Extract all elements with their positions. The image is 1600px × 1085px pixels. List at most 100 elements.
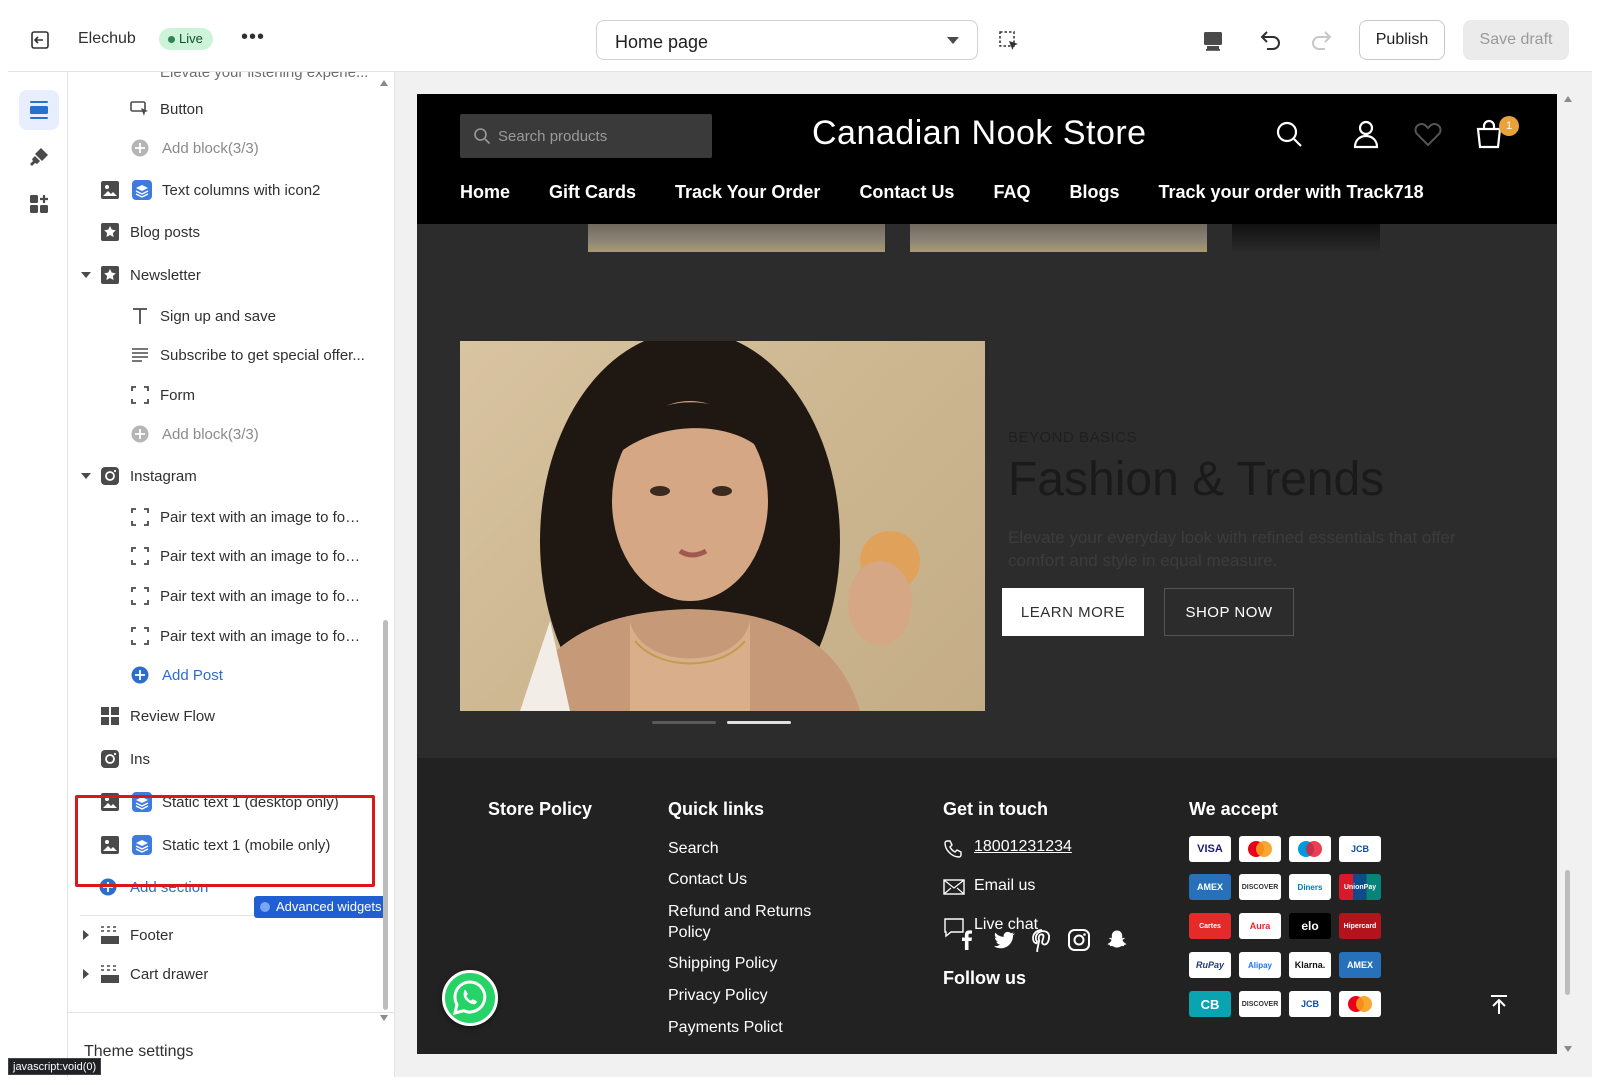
back-to-top-icon[interactable] <box>1487 993 1511 1017</box>
add-block-button[interactable]: Add block(3/3) <box>130 128 380 168</box>
tree-section-ins[interactable]: Ins <box>100 739 370 779</box>
tree-item-label: Footer <box>130 926 174 944</box>
tree-section-newsletter[interactable]: Newsletter <box>80 255 370 295</box>
add-block-button[interactable]: Add block(3/3) <box>130 414 380 454</box>
payment-badge-discover: DISCOVER <box>1239 991 1281 1017</box>
store-name: Elechub <box>78 30 136 47</box>
chevron-right-icon[interactable] <box>83 969 89 979</box>
wishlist-heart-icon[interactable] <box>1412 118 1444 150</box>
search-icon[interactable] <box>1273 118 1305 150</box>
tree-section-text-columns[interactable]: Text columns with icon2 <box>100 170 370 210</box>
tree-section-blog-posts[interactable]: Blog posts <box>100 212 370 252</box>
desktop-view-icon[interactable] <box>1201 30 1225 52</box>
snapchat-icon[interactable] <box>1105 928 1129 952</box>
tree-block-post[interactable]: Pair text with an image to foc... <box>130 616 380 656</box>
tree-block-post[interactable]: Pair text with an image to foc... <box>130 497 380 537</box>
nav-link-blogs[interactable]: Blogs <box>1069 182 1119 206</box>
footer-store-policy-heading[interactable]: Store Policy <box>488 799 592 820</box>
store-title[interactable]: Canadian Nook Store <box>812 114 1147 153</box>
inspector-select-icon[interactable] <box>998 30 1020 52</box>
instagram-icon <box>101 750 119 768</box>
editor-topbar: Elechub Live ••• Home page Publish Save … <box>8 8 1592 72</box>
publish-button[interactable]: Publish <box>1359 20 1445 60</box>
footer-link-shipping[interactable]: Shipping Policy <box>668 953 777 974</box>
button-block-icon <box>130 101 148 116</box>
footer-link-search[interactable]: Search <box>668 838 719 859</box>
more-actions-button[interactable]: ••• <box>241 26 265 49</box>
rail-theme-settings-button[interactable] <box>19 137 59 177</box>
collection-image[interactable] <box>588 224 885 252</box>
payment-badge-jcb: JCB <box>1339 836 1381 862</box>
store-search-input[interactable]: Search products <box>460 114 712 158</box>
collection-image[interactable] <box>1232 224 1380 252</box>
footer-phone-link[interactable]: 18001231234 <box>974 838 1072 856</box>
account-icon[interactable] <box>1350 118 1382 150</box>
chevron-down-icon[interactable] <box>81 473 91 479</box>
payment-badge-aura: Aura <box>1239 913 1281 939</box>
tree-item-label: Newsletter <box>130 266 201 284</box>
sections-sidebar: Elevate your listening experie... Button… <box>68 72 395 1077</box>
tree-item-label: Elevate your listening experie... <box>160 72 369 81</box>
tree-item-button[interactable]: Button <box>130 89 380 129</box>
tree-group-footer[interactable]: Footer <box>80 915 370 955</box>
learn-more-button[interactable]: LEARN MORE <box>1002 588 1144 636</box>
tree-item-label: Form <box>160 386 195 404</box>
payment-badge-elo: elo <box>1289 913 1331 939</box>
payment-badge-jcb: JCB <box>1289 991 1331 1017</box>
nav-link-contact[interactable]: Contact Us <box>859 182 954 206</box>
payment-badge-mastercard <box>1339 991 1381 1017</box>
add-post-label: Add Post <box>162 666 223 684</box>
payment-badge-diners: Diners <box>1289 874 1331 900</box>
collection-image[interactable] <box>910 224 1207 252</box>
tree-block-heading[interactable]: Sign up and save <box>130 296 380 336</box>
rail-sections-button[interactable] <box>19 90 59 130</box>
chevron-right-icon[interactable] <box>83 930 89 940</box>
nav-link-faq[interactable]: FAQ <box>993 182 1030 206</box>
tree-block-post[interactable]: Pair text with an image to foc... <box>130 536 380 576</box>
add-block-label: Add block(3/3) <box>162 425 259 443</box>
chevron-down-icon[interactable] <box>81 272 91 278</box>
footer-link-privacy[interactable]: Privacy Policy <box>668 985 768 1006</box>
tree-section-review-flow[interactable]: Review Flow <box>100 696 370 736</box>
banner-eyebrow: BEYOND BASICS <box>1008 429 1138 446</box>
twitter-icon[interactable] <box>992 928 1016 952</box>
banner-description: Elevate your everyday look with refined … <box>1008 528 1456 570</box>
sidebar-scroll-thumb[interactable] <box>383 620 388 1010</box>
tree-block-post[interactable]: Pair text with an image to foc... <box>130 576 380 616</box>
tree-block-form[interactable]: Form <box>130 375 380 415</box>
theme-settings-brush-icon <box>30 148 48 166</box>
slide-dot-active[interactable] <box>727 721 791 724</box>
preview-scroll-thumb[interactable] <box>1565 870 1570 995</box>
template-select[interactable]: Home page <box>596 20 978 60</box>
slide-dot[interactable] <box>652 721 716 724</box>
exit-icon[interactable] <box>28 28 52 52</box>
add-post-button[interactable]: Add Post <box>130 655 380 695</box>
advanced-widgets-button[interactable]: Advanced widgets <box>254 896 388 918</box>
tree-item-label: Review Flow <box>130 707 216 725</box>
tree-section-instagram[interactable]: Instagram <box>80 456 370 496</box>
rail-app-blocks-button[interactable] <box>19 184 59 224</box>
shop-now-button[interactable]: SHOP NOW <box>1164 588 1294 636</box>
nav-link-gift-cards[interactable]: Gift Cards <box>549 182 636 206</box>
nav-link-track718[interactable]: Track your order with Track718 <box>1158 182 1423 206</box>
payment-badge-amex: AMEX <box>1189 874 1231 900</box>
footer-link-contact[interactable]: Contact Us <box>668 869 747 890</box>
tree-item-label: Pair text with an image to foc... <box>160 627 365 645</box>
pinterest-icon[interactable] <box>1030 928 1054 952</box>
nav-link-track-order[interactable]: Track Your Order <box>675 182 820 206</box>
whatsapp-chat-button[interactable] <box>442 970 498 1026</box>
redo-icon[interactable] <box>1309 28 1335 54</box>
tree-group-cart-drawer[interactable]: Cart drawer <box>80 954 370 994</box>
nav-link-home[interactable]: Home <box>460 182 510 206</box>
footer-link-refund[interactable]: Refund and Returns Policy <box>668 901 848 943</box>
tree-block-paragraph[interactable]: Subscribe to get special offer... <box>130 335 380 375</box>
footer-link-payments[interactable]: Payments Polict <box>668 1017 783 1038</box>
facebook-icon[interactable] <box>955 928 979 952</box>
cart-count-badge: 1 <box>1499 116 1519 136</box>
undo-icon[interactable] <box>1257 28 1283 54</box>
block-frame-icon <box>131 386 149 404</box>
status-bar-url: javascript:void(0) <box>8 1058 102 1075</box>
instagram-icon[interactable] <box>1067 928 1091 952</box>
footer-email-link[interactable]: Email us <box>974 877 1035 895</box>
save-draft-button[interactable]: Save draft <box>1463 20 1569 60</box>
